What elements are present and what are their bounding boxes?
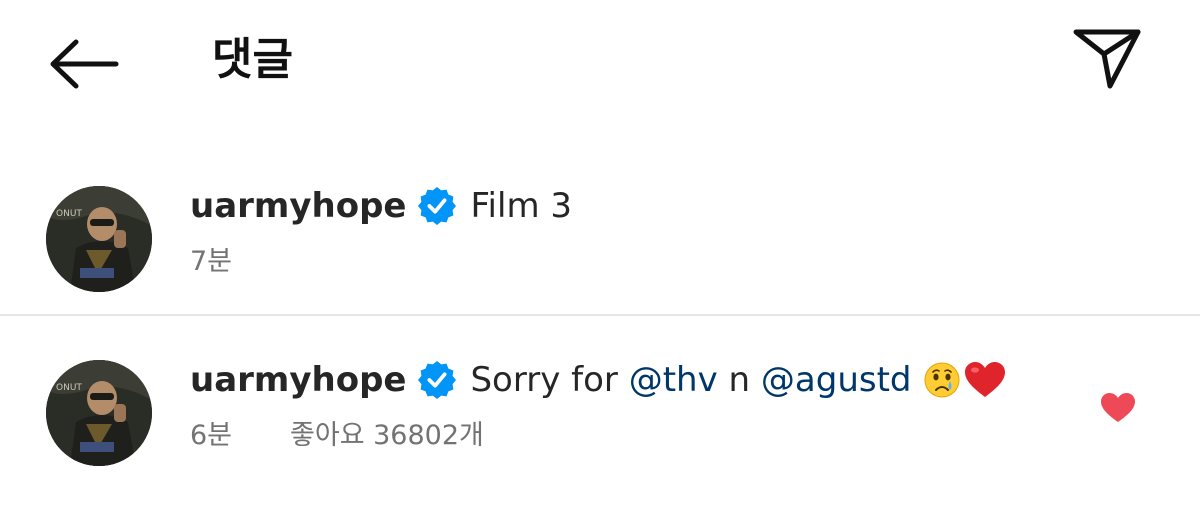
avatar[interactable]: ONUT — [46, 360, 152, 466]
red-heart-emoji-icon — [964, 361, 1006, 399]
comment-item: ONUT uarmyhope Film 3 7분 — [0, 176, 1200, 316]
crying-face-emoji-icon — [924, 362, 960, 398]
heart-filled-icon — [1101, 393, 1135, 422]
comment-line: uarmyhope Film 3 — [190, 178, 572, 234]
back-button[interactable] — [44, 34, 120, 94]
comment-meta: 6분 좋아요 36802개 — [190, 412, 484, 452]
mention-link-agustd[interactable]: @agustd — [761, 360, 912, 400]
svg-text:ONUT: ONUT — [56, 209, 82, 219]
header-bar: 댓글 — [0, 0, 1200, 120]
like-count[interactable]: 좋아요 36802개 — [290, 413, 484, 452]
mention-link-thv[interactable]: @thv — [629, 360, 718, 400]
paper-plane-icon — [1073, 29, 1141, 89]
share-button[interactable] — [1068, 24, 1146, 94]
divider — [0, 314, 1200, 316]
comment-meta: 7분 — [190, 238, 232, 278]
comment-line: uarmyhope Sorry for @thv n @agustd — [190, 352, 1006, 408]
username-link[interactable]: uarmyhope — [190, 186, 406, 226]
svg-text:ONUT: ONUT — [56, 383, 82, 393]
avatar[interactable]: ONUT — [46, 186, 152, 292]
username-link[interactable]: uarmyhope — [190, 360, 406, 400]
comment-item: ONUT uarmyhope Sorry for @thv n @agustd — [0, 350, 1200, 490]
comment-time: 7분 — [190, 245, 233, 277]
comment-connector: n — [728, 360, 751, 400]
arrow-left-icon — [50, 39, 119, 89]
verified-badge-icon — [418, 187, 457, 225]
comment-time: 6분 — [190, 419, 233, 451]
page-title: 댓글 — [212, 34, 293, 85]
like-button[interactable] — [1100, 392, 1136, 424]
verified-badge-icon — [418, 361, 457, 399]
comment-text: Film 3 — [470, 186, 573, 226]
comment-text: Sorry for — [470, 360, 618, 400]
